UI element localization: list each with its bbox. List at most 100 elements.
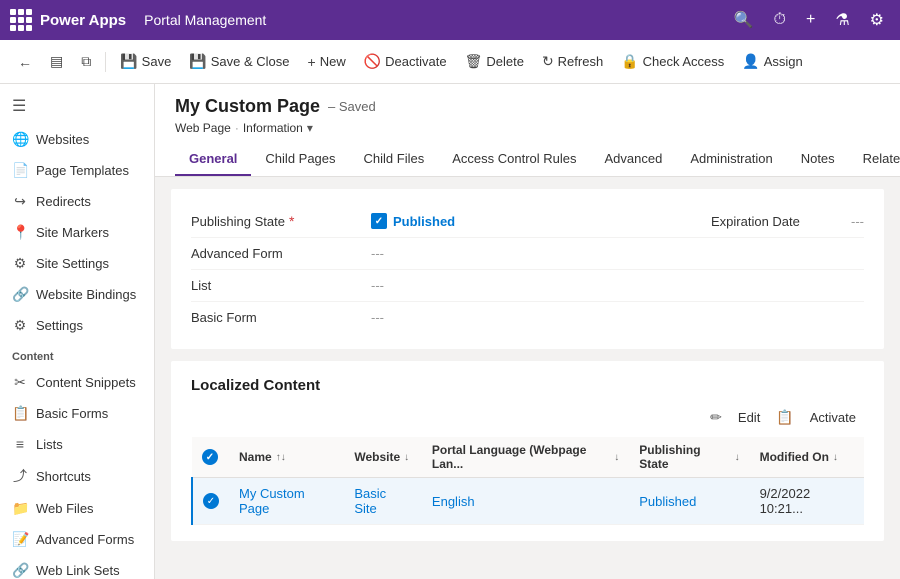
row-language: English (422, 478, 629, 525)
row-modified-on: 9/2/2022 10:21... (750, 478, 864, 525)
sidebar-item-shortcuts[interactable]: ⤴ Shortcuts (0, 459, 154, 493)
select-all-checkbox[interactable] (202, 449, 218, 465)
sidebar-item-advanced-forms[interactable]: 📝 Advanced Forms (0, 524, 154, 555)
col-publishing-state[interactable]: Publishing State ↓ (629, 437, 749, 478)
save-close-icon: 💾 (189, 53, 206, 70)
col-portal-language[interactable]: Portal Language (Webpage Lan... ↓ (422, 437, 629, 478)
form-row-basic-form: Basic Form --- (191, 302, 864, 333)
select-all-header[interactable] (192, 437, 229, 478)
tab-access-control-rules[interactable]: Access Control Rules (438, 143, 590, 176)
sidebar-item-page-templates[interactable]: 📄 Page Templates (0, 155, 154, 186)
sidebar-label-content-snippets: Content Snippets (36, 375, 136, 390)
sidebar-item-web-link-sets[interactable]: 🔗 Web Link Sets (0, 555, 154, 579)
sidebar-item-website-bindings[interactable]: 🔗 Website Bindings (0, 279, 154, 310)
timer-icon[interactable]: ⏱ (767, 11, 791, 29)
sidebar-item-content-snippets[interactable]: ✂ Content Snippets (0, 367, 154, 398)
tab-notes[interactable]: Notes (787, 143, 849, 176)
hamburger-icon[interactable]: ☰ (0, 88, 154, 124)
sidebar-item-basic-forms[interactable]: 📋 Basic Forms (0, 398, 154, 429)
localized-toolbar: ✏ Edit 📋 Activate (191, 406, 864, 429)
sidebar-label-websites: Websites (36, 132, 89, 147)
sidebar-item-websites[interactable]: 🌐 Websites (0, 124, 154, 155)
list-label: List (191, 278, 371, 293)
check-access-button[interactable]: 🔒 Check Access (613, 49, 732, 74)
redirects-icon: ↪ (12, 193, 28, 210)
commandbar: ← ▤ ⧉ 💾 Save 💾 Save & Close + New 🚫 Deac… (0, 40, 900, 84)
save-close-button[interactable]: 💾 Save & Close (181, 49, 297, 74)
expiration-date-group: Expiration Date --- (711, 214, 864, 229)
tab-administration[interactable]: Administration (676, 143, 786, 176)
new-icon: + (308, 54, 316, 70)
col-website[interactable]: Website ↓ (344, 437, 422, 478)
localized-table: Name ↑↓ Website ↓ Portal (191, 437, 864, 525)
publishing-state-value: Published (371, 213, 631, 229)
new-button[interactable]: + New (300, 50, 354, 74)
tab-child-pages[interactable]: Child Pages (251, 143, 349, 176)
form-row-advanced-form: Advanced Form --- (191, 238, 864, 270)
tab-related[interactable]: Related (849, 143, 900, 176)
sidebar: ☰ 🌐 Websites 📄 Page Templates ↪ Redirect… (0, 84, 155, 579)
web-link-sets-icon: 🔗 (12, 562, 28, 579)
subtitle-chevron-icon[interactable]: ▾ (307, 121, 313, 135)
edit-button[interactable]: Edit (730, 406, 768, 429)
sidebar-item-site-settings[interactable]: ⚙ Site Settings (0, 248, 154, 279)
popup-button[interactable]: ⧉ (73, 49, 99, 74)
tab-child-files[interactable]: Child Files (350, 143, 439, 176)
sidebar-label-shortcuts: Shortcuts (36, 469, 91, 484)
website-bindings-icon: 🔗 (12, 286, 28, 303)
edit-pencil-icon: ✏ (710, 409, 722, 426)
basic-form-label: Basic Form (191, 310, 371, 325)
published-icon (371, 213, 387, 229)
back-button[interactable]: ← (10, 50, 40, 74)
col-modified-on[interactable]: Modified On ↓ (750, 437, 864, 478)
row-name-link[interactable]: My Custom Page (239, 486, 305, 516)
sidebar-label-website-bindings: Website Bindings (36, 287, 136, 302)
sidebar-item-lists[interactable]: ≡ Lists (0, 429, 154, 459)
popup-icon: ⧉ (81, 53, 91, 70)
col-name[interactable]: Name ↑↓ (229, 437, 344, 478)
detail-view-button[interactable]: ▤ (42, 49, 71, 74)
delete-button[interactable]: 🗑 Delete (457, 49, 532, 74)
row-checkbox[interactable] (203, 493, 219, 509)
assign-label: Assign (764, 54, 803, 69)
back-icon: ← (18, 54, 32, 70)
filter-icon[interactable]: ⚗ (829, 10, 855, 30)
advanced-form-label: Advanced Form (191, 246, 371, 261)
row-publishing-state: Published (629, 478, 749, 525)
row-checkbox-cell[interactable] (192, 478, 229, 525)
localized-title: Localized Content (191, 377, 864, 394)
websites-icon: 🌐 (12, 131, 28, 148)
grid-icon[interactable] (10, 9, 32, 31)
sidebar-item-settings[interactable]: ⚙ Settings (0, 310, 154, 341)
tab-general[interactable]: General (175, 143, 251, 176)
row-language-link[interactable]: English (432, 494, 475, 509)
sidebar-item-redirects[interactable]: ↪ Redirects (0, 186, 154, 217)
row-name: My Custom Page (229, 478, 344, 525)
table-row[interactable]: My Custom Page Basic Site English Publis… (192, 478, 864, 525)
row-website-link[interactable]: Basic Site (354, 486, 386, 516)
topbar: Power Apps Portal Management 🔍 ⏱ + ⚗ ⚙ (0, 0, 900, 40)
sidebar-item-site-markers[interactable]: 📍 Site Markers (0, 217, 154, 248)
settings-icon-sidebar: ⚙ (12, 317, 28, 334)
delete-icon: 🗑 (465, 53, 483, 70)
activate-button[interactable]: Activate (802, 406, 864, 429)
website-sort-icon: ↓ (404, 452, 409, 463)
tabs: General Child Pages Child Files Access C… (175, 143, 880, 176)
web-files-icon: 📁 (12, 500, 28, 517)
settings-icon[interactable]: ⚙ (864, 10, 890, 30)
plus-icon[interactable]: + (800, 11, 821, 29)
assign-button[interactable]: 👤 Assign (734, 49, 810, 74)
deactivate-button[interactable]: 🚫 Deactivate (356, 49, 455, 74)
save-button[interactable]: 💾 Save (112, 49, 179, 74)
search-icon[interactable]: 🔍 (728, 10, 760, 30)
form-section: Publishing State * Published Expiration … (171, 189, 884, 349)
sidebar-item-web-files[interactable]: 📁 Web Files (0, 493, 154, 524)
advanced-form-value: --- (371, 246, 864, 261)
refresh-label: Refresh (558, 54, 604, 69)
sidebar-label-site-settings: Site Settings (36, 256, 109, 271)
row-publishing-link[interactable]: Published (639, 494, 696, 509)
tab-advanced[interactable]: Advanced (591, 143, 677, 176)
sidebar-label-page-templates: Page Templates (36, 163, 129, 178)
refresh-button[interactable]: ↻ Refresh (534, 49, 611, 74)
published-value: Published (371, 213, 455, 229)
